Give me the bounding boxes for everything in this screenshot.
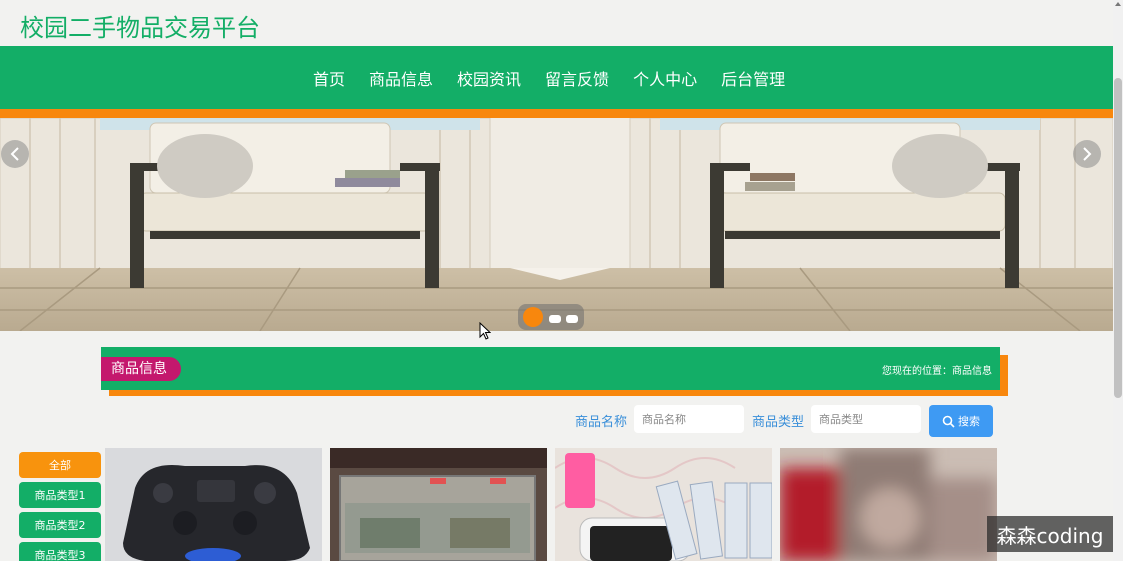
nav-item-feedback[interactable]: 留言反馈 — [545, 66, 609, 90]
product-card-candy[interactable] — [555, 448, 772, 561]
product-name-label: 商品名称 — [575, 415, 628, 430]
carousel-dot-2[interactable] — [549, 315, 561, 323]
product-type-label: 商品类型 — [752, 415, 805, 430]
product-card-blurred[interactable] — [780, 448, 997, 561]
product-card-controller[interactable] — [105, 448, 322, 561]
nav-item-profile[interactable]: 个人中心 — [633, 66, 697, 90]
carousel-dot-1[interactable] — [523, 307, 543, 327]
main-navbar: 首页 商品信息 校园资讯 留言反馈 个人中心 后台管理 — [0, 46, 1113, 109]
chevron-right-icon[interactable] — [1073, 140, 1101, 168]
carousel-dot-3[interactable] — [566, 315, 578, 323]
section-header: 商品信息 您现在的位置：商品信息 — [101, 347, 1000, 390]
mouse-cursor-icon — [479, 322, 491, 340]
category-type-1[interactable]: 商品类型1 — [19, 482, 101, 508]
chevron-left-icon[interactable] — [1, 140, 29, 168]
breadcrumb: 您现在的位置：商品信息 — [882, 366, 992, 377]
product-card-cabinet[interactable] — [330, 448, 547, 561]
search-icon — [942, 415, 955, 428]
nav-item-home[interactable]: 首页 — [313, 66, 345, 90]
site-title: 校园二手物品交易平台 — [20, 14, 260, 42]
category-type-3[interactable]: 商品类型3 — [19, 542, 101, 561]
product-type-input[interactable] — [811, 405, 921, 433]
category-all[interactable]: 全部 — [19, 452, 101, 478]
page-scrollbar[interactable] — [1113, 0, 1123, 561]
banner-carousel[interactable] — [0, 118, 1113, 331]
category-type-2[interactable]: 商品类型2 — [19, 512, 101, 538]
section-title: 商品信息 — [101, 357, 181, 381]
product-image — [105, 448, 322, 561]
nav-item-products[interactable]: 商品信息 — [369, 66, 433, 90]
nav-menu: 首页 商品信息 校园资讯 留言反馈 个人中心 后台管理 — [301, 46, 797, 109]
carousel-indicators — [518, 304, 584, 330]
search-button[interactable]: 搜索 — [929, 405, 993, 437]
product-image — [780, 448, 997, 561]
nav-underline — [0, 109, 1113, 118]
scroll-thumb[interactable] — [1114, 78, 1122, 398]
product-image — [330, 448, 547, 561]
scroll-up-icon[interactable] — [1115, 2, 1121, 6]
product-image — [555, 448, 772, 561]
search-button-label: 搜索 — [958, 415, 980, 428]
nav-item-admin[interactable]: 后台管理 — [721, 66, 785, 90]
banner-image — [0, 118, 1113, 331]
nav-item-news[interactable]: 校园资讯 — [457, 66, 521, 90]
watermark: 森森coding — [987, 516, 1113, 552]
product-name-input[interactable] — [634, 405, 744, 433]
